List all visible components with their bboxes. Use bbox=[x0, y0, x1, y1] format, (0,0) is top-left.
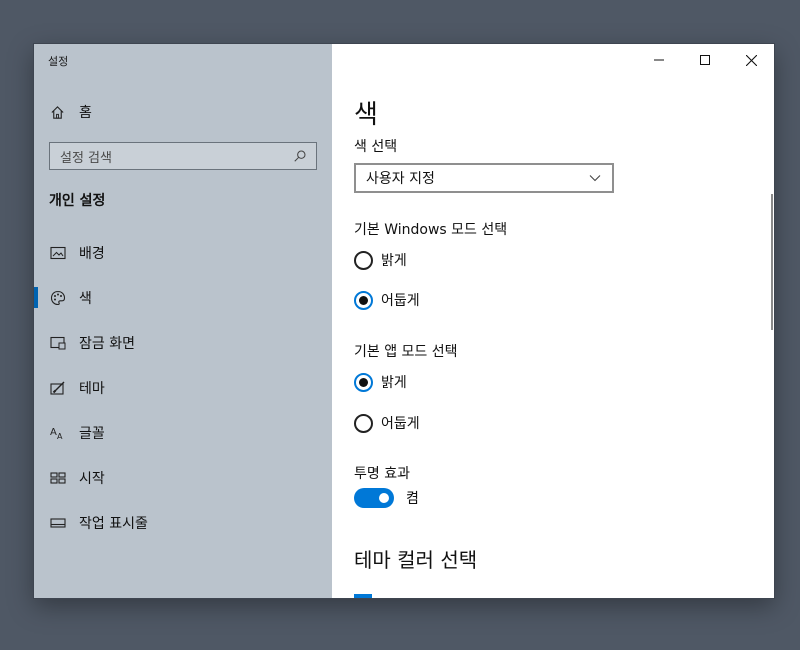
sidebar-item-start[interactable]: 시작 bbox=[34, 455, 332, 500]
sidebar-item-label: 작업 표시줄 bbox=[79, 515, 148, 532]
windows-mode-light-radio[interactable]: 밝게 bbox=[354, 250, 407, 270]
accent-checkbox-row[interactable] bbox=[354, 594, 372, 598]
radio-circle-selected[interactable] bbox=[354, 290, 373, 310]
app-title: 설정 bbox=[48, 55, 69, 68]
radio-label: 밝게 bbox=[381, 253, 407, 269]
main-content: 색 색 선택 사용자 지정 기본 Windows 모드 선택 밝게 어둡게 기본… bbox=[332, 44, 774, 598]
section-title: 개인 설정 bbox=[49, 193, 106, 209]
sidebar-item-theme[interactable]: 테마 bbox=[34, 365, 332, 410]
sidebar-item-background[interactable]: 배경 bbox=[34, 230, 332, 275]
windows-mode-label: 기본 Windows 모드 선택 bbox=[354, 222, 508, 238]
color-select-value: 사용자 지정 bbox=[366, 171, 435, 187]
svg-text:A: A bbox=[50, 427, 57, 438]
radio-circle[interactable] bbox=[354, 413, 373, 433]
sidebar-item-label: 테마 bbox=[79, 380, 105, 397]
page-title: 색 bbox=[354, 100, 378, 130]
sidebar-item-label: 잠금 화면 bbox=[79, 335, 135, 352]
chevron-down-icon bbox=[588, 171, 602, 185]
accent-heading: 테마 컬러 선택 bbox=[354, 548, 478, 572]
search-input[interactable]: 설정 검색 bbox=[60, 147, 292, 166]
radio-label: 어둡게 bbox=[381, 293, 420, 309]
sidebar-item-label: 글꼴 bbox=[79, 425, 105, 442]
sidebar-item-label: 배경 bbox=[79, 245, 105, 262]
picture-icon bbox=[49, 244, 67, 262]
radio-circle-selected[interactable] bbox=[354, 372, 373, 392]
app-mode-label: 기본 앱 모드 선택 bbox=[354, 344, 458, 360]
toggle-state-label: 켬 bbox=[406, 491, 419, 507]
search-box[interactable]: 설정 검색 bbox=[49, 142, 317, 170]
transparency-toggle-row: 켬 bbox=[354, 488, 419, 508]
app-mode-light-radio[interactable]: 밝게 bbox=[354, 372, 407, 392]
sidebar-item-label: 색 bbox=[79, 290, 92, 307]
font-icon: AA bbox=[49, 424, 67, 442]
sidebar-item-label: 시작 bbox=[79, 470, 105, 487]
radio-label: 어둡게 bbox=[381, 416, 420, 432]
theme-icon bbox=[49, 379, 67, 397]
radio-dot bbox=[359, 377, 368, 387]
settings-window: 설정 홈 설정 검색 개인 설정 배경 색 잠금 화면 테마 A A 글꼴 시작… bbox=[34, 44, 774, 598]
scrollbar[interactable] bbox=[771, 194, 773, 330]
color-select-dropdown[interactable]: 사용자 지정 bbox=[354, 163, 614, 193]
sidebar-item-taskbar[interactable]: 작업 표시줄 bbox=[34, 500, 332, 545]
start-icon bbox=[49, 469, 67, 487]
home-link[interactable]: 홈 bbox=[49, 102, 92, 122]
radio-label: 밝게 bbox=[381, 375, 407, 391]
sidebar: 설정 홈 설정 검색 개인 설정 배경 색 잠금 화면 테마 A A 글꼴 시작… bbox=[34, 44, 332, 598]
home-icon bbox=[49, 104, 65, 120]
palette-icon bbox=[49, 289, 67, 307]
sidebar-item-color[interactable]: 색 bbox=[34, 275, 332, 320]
accent-checkbox[interactable] bbox=[354, 594, 372, 598]
lock-screen-icon bbox=[49, 334, 67, 352]
transparency-toggle[interactable] bbox=[354, 488, 394, 508]
svg-text:A: A bbox=[57, 432, 63, 441]
sidebar-item-lock-screen[interactable]: 잠금 화면 bbox=[34, 320, 332, 365]
taskbar-icon bbox=[49, 514, 67, 532]
app-mode-dark-radio[interactable]: 어둡게 bbox=[354, 413, 420, 433]
sidebar-item-fonts[interactable]: AA 글꼴 bbox=[34, 410, 332, 455]
toggle-knob bbox=[379, 493, 389, 503]
search-icon[interactable] bbox=[292, 148, 308, 164]
radio-dot bbox=[359, 295, 368, 305]
radio-circle[interactable] bbox=[354, 250, 373, 270]
sidebar-nav: 배경 색 잠금 화면 테마 A A 글꼴 시작 작업 표시줄 bbox=[34, 230, 332, 545]
windows-mode-dark-radio[interactable]: 어둡게 bbox=[354, 290, 420, 310]
transparency-label: 투명 효과 bbox=[354, 466, 410, 482]
color-select-label: 색 선택 bbox=[354, 139, 398, 155]
home-label: 홈 bbox=[79, 105, 92, 121]
